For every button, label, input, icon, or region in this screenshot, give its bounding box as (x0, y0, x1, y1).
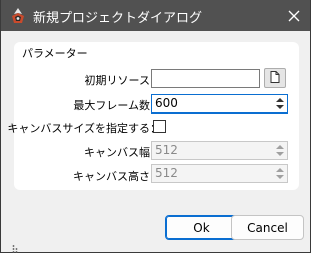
cancel-button[interactable]: Cancel (231, 215, 304, 240)
new-project-dialog: 新規プロジェクトダイアログ パラメーター 初期リソース： 最大フレーム数： 60… (0, 0, 311, 253)
group-title: パラメーター (22, 47, 88, 60)
spin-arrows-icon[interactable] (274, 96, 286, 111)
spin-arrows-icon (274, 143, 286, 158)
spin-arrows-icon (274, 166, 286, 181)
max-frames-value: 600 (155, 96, 178, 110)
title-bar[interactable]: 新規プロジェクトダイアログ (1, 0, 310, 31)
max-frames-spinbox[interactable]: 600 (151, 94, 288, 114)
canvas-width-value: 512 (155, 143, 178, 157)
canvas-width-label: キャンバス幅： (84, 146, 161, 159)
parameter-group: パラメーター 初期リソース： 最大フレーム数： 600 キャンバスサイズを指定す… (7, 42, 299, 190)
canvas-height-value: 512 (155, 166, 178, 180)
max-frames-label: 最大フレーム数： (73, 99, 161, 112)
file-icon (270, 70, 280, 86)
initial-resource-label: 初期リソース： (84, 74, 161, 87)
ok-button[interactable]: Ok (165, 215, 238, 240)
canvas-height-spinbox[interactable]: 512 (151, 164, 288, 183)
close-icon[interactable] (277, 0, 310, 31)
browse-button[interactable] (264, 68, 286, 88)
canvas-height-label: キャンバス高さ： (73, 170, 161, 183)
app-icon (9, 7, 27, 25)
initial-resource-input[interactable] (151, 69, 260, 88)
resize-grip-icon[interactable] (12, 243, 18, 253)
specify-canvas-size-label: キャンバスサイズを指定する： (7, 122, 161, 135)
window-title: 新規プロジェクトダイアログ (33, 11, 203, 26)
specify-canvas-size-checkbox[interactable] (153, 120, 166, 133)
canvas-width-spinbox[interactable]: 512 (151, 141, 288, 160)
